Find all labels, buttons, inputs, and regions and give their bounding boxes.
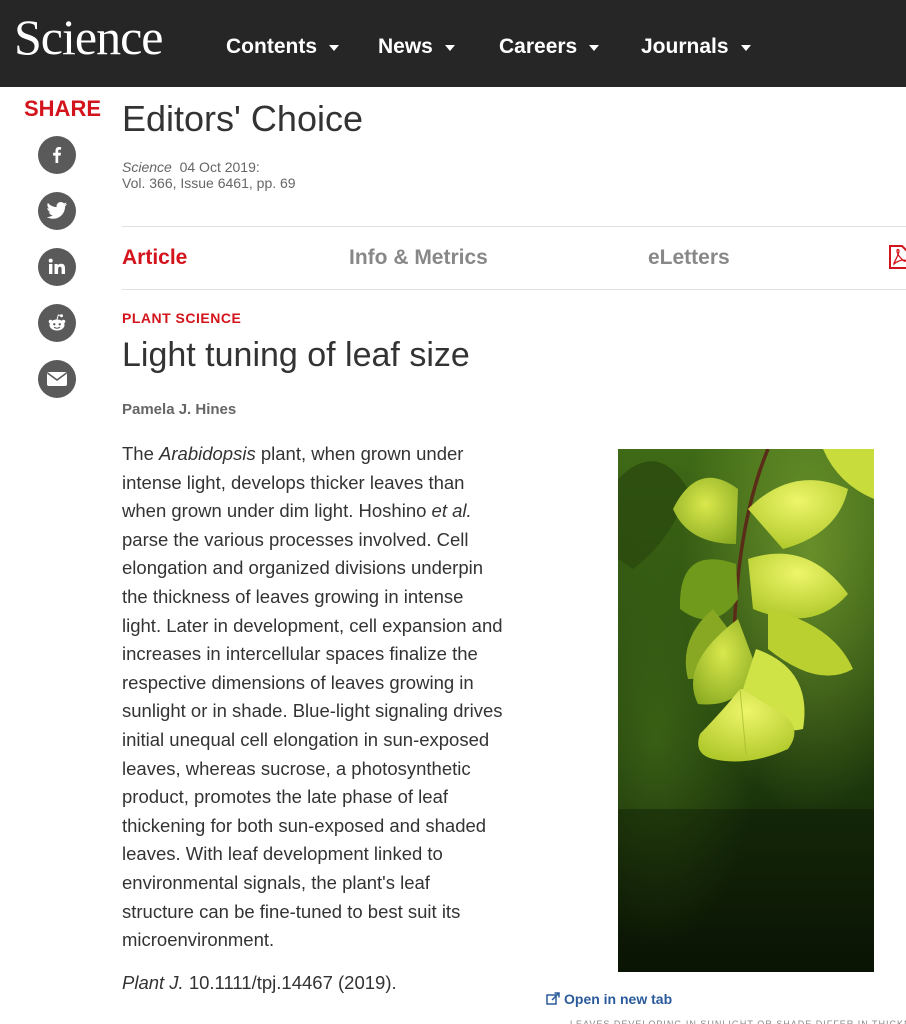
- open-in-new-tab-label: Open in new tab: [564, 991, 673, 1007]
- nav-careers[interactable]: Careers: [499, 35, 600, 59]
- article-body: The Arabidopsis plant, when grown under …: [122, 440, 507, 955]
- page-title: Editors' Choice: [122, 98, 363, 139]
- ginkgo-leaves-photo: [618, 449, 874, 972]
- chevron-down-icon: [740, 45, 751, 51]
- science-logo[interactable]: Science: [14, 8, 163, 66]
- reddit-icon: [48, 314, 66, 331]
- share-linkedin-button[interactable]: [38, 248, 76, 286]
- article-title: Light tuning of leaf size: [122, 336, 470, 374]
- tabs-divider-bottom: [122, 289, 906, 290]
- tab-info-metrics[interactable]: Info & Metrics: [349, 246, 488, 270]
- nav-label: Journals: [641, 35, 729, 58]
- article-author[interactable]: Pamela J. Hines: [122, 401, 236, 418]
- linkedin-icon: [48, 258, 65, 274]
- top-navigation-bar: Science Contents News Careers Journals: [0, 0, 906, 87]
- email-icon: [47, 372, 67, 386]
- nav-journals[interactable]: Journals: [641, 35, 751, 59]
- share-label: SHARE: [24, 96, 102, 121]
- species-name: Arabidopsis: [159, 443, 256, 464]
- tab-article[interactable]: Article: [122, 246, 187, 270]
- nav-label: Careers: [499, 35, 578, 58]
- article-reference: Plant J. 10.1111/tpj.14467 (2019).: [122, 972, 397, 994]
- volume-issue: Vol. 366, Issue 6461, pp. 69: [122, 175, 296, 191]
- share-email-button[interactable]: [38, 360, 76, 398]
- chevron-down-icon: [589, 45, 600, 51]
- figure-caption-cutoff: LEAVES DEVELOPING IN SUNLIGHT OR SHADE D…: [570, 1019, 906, 1024]
- tabs-divider-top: [122, 226, 906, 227]
- nav-news[interactable]: News: [378, 35, 455, 59]
- chevron-down-icon: [444, 45, 455, 51]
- facebook-icon: [53, 147, 62, 163]
- twitter-icon: [46, 202, 68, 219]
- chevron-down-icon: [329, 45, 339, 51]
- reference-journal: Plant J.: [122, 972, 184, 993]
- article-citation: Science 04 Oct 2019: Vol. 366, Issue 646…: [122, 159, 296, 191]
- et-al: et al.: [431, 500, 472, 522]
- article-figure[interactable]: [618, 449, 874, 972]
- nav-contents[interactable]: Contents: [226, 35, 339, 59]
- publication-date: 04 Oct 2019:: [179, 159, 260, 175]
- body-text-segment: The: [122, 443, 160, 464]
- open-in-new-tab-link[interactable]: Open in new tab: [546, 991, 672, 1007]
- tab-eletters[interactable]: eLetters: [648, 246, 730, 270]
- body-text-segment: parse the various processes involved. Ce…: [122, 528, 503, 951]
- article-category: PLANT SCIENCE: [122, 310, 242, 326]
- share-reddit-button[interactable]: [38, 304, 76, 342]
- nav-label: News: [378, 35, 433, 58]
- reference-doi[interactable]: 10.1111/tpj.14467 (2019).: [184, 972, 397, 993]
- journal-name: Science: [122, 159, 172, 175]
- nav-label: Contents: [226, 35, 317, 58]
- share-twitter-button[interactable]: [38, 192, 76, 230]
- pdf-icon[interactable]: [888, 245, 906, 269]
- external-link-icon: [546, 992, 560, 1005]
- share-facebook-button[interactable]: [38, 136, 76, 174]
